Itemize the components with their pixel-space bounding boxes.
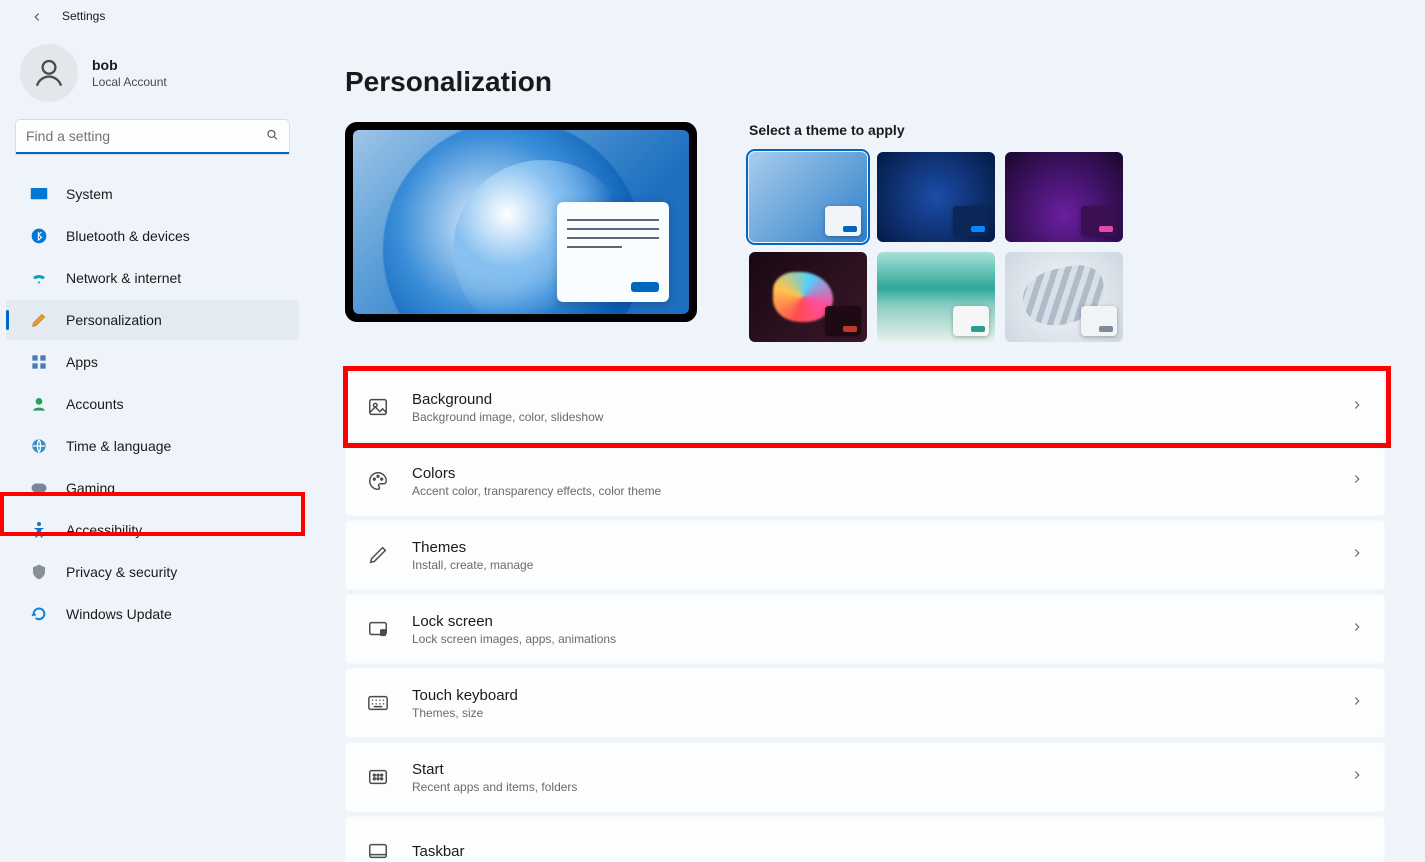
main-content: Personalization Select a theme to apply [305, 32, 1425, 862]
avatar [20, 44, 78, 102]
nav-label: Personalization [66, 312, 162, 328]
pen-icon [366, 544, 390, 566]
profile-name: bob [92, 57, 167, 73]
update-icon [30, 605, 48, 623]
nav-label: Windows Update [66, 606, 172, 622]
item-desc: Themes, size [412, 706, 518, 720]
item-background[interactable]: Background Background image, color, slide… [345, 372, 1385, 442]
item-start[interactable]: Start Recent apps and items, folders [345, 742, 1385, 812]
chevron-right-icon [1350, 472, 1364, 491]
nav-label: Network & internet [66, 270, 181, 286]
theme-option-5[interactable] [877, 252, 995, 342]
person-icon [30, 395, 48, 413]
nav-accessibility[interactable]: Accessibility [6, 510, 299, 550]
item-title: Touch keyboard [412, 687, 518, 704]
nav-apps[interactable]: Apps [6, 342, 299, 382]
theme-grid [749, 152, 1123, 342]
nav-accounts[interactable]: Accounts [6, 384, 299, 424]
wifi-icon [30, 269, 48, 287]
keyboard-icon [366, 694, 390, 712]
item-desc: Recent apps and items, folders [412, 780, 577, 794]
chevron-right-icon [1350, 620, 1364, 639]
titlebar: Settings [0, 0, 1425, 32]
item-themes[interactable]: Themes Install, create, manage [345, 520, 1385, 590]
nav-gaming[interactable]: Gaming [6, 468, 299, 508]
page-title: Personalization [345, 66, 1385, 98]
app-title: Settings [62, 9, 105, 23]
palette-icon [366, 470, 390, 492]
theme-option-2[interactable] [877, 152, 995, 242]
nav-network[interactable]: Network & internet [6, 258, 299, 298]
item-desc: Accent color, transparency effects, colo… [412, 484, 661, 498]
item-lockscreen[interactable]: Lock screen Lock screen images, apps, ani… [345, 594, 1385, 664]
sidebar: bob Local Account System Bluetooth & dev… [0, 32, 305, 862]
lockscreen-icon [366, 618, 390, 640]
chevron-right-icon [1350, 546, 1364, 565]
nav-system[interactable]: System [6, 174, 299, 214]
nav-label: Privacy & security [66, 564, 177, 580]
nav-label: Apps [66, 354, 98, 370]
nav-label: Accounts [66, 396, 124, 412]
gamepad-icon [30, 479, 48, 497]
item-title: Themes [412, 539, 533, 556]
nav-time[interactable]: Time & language [6, 426, 299, 466]
chevron-right-icon [1350, 398, 1364, 417]
display-icon [30, 185, 48, 203]
nav-bluetooth[interactable]: Bluetooth & devices [6, 216, 299, 256]
theme-option-3[interactable] [1005, 152, 1123, 242]
nav-label: Accessibility [66, 522, 142, 538]
chevron-right-icon [1350, 694, 1364, 713]
apps-icon [30, 353, 48, 371]
accessibility-icon [30, 521, 48, 539]
nav-label: Bluetooth & devices [66, 228, 190, 244]
brush-icon [30, 311, 48, 329]
taskbar-icon [366, 842, 390, 860]
nav-label: Gaming [66, 480, 115, 496]
item-title: Taskbar [412, 843, 465, 860]
theme-option-6[interactable] [1005, 252, 1123, 342]
image-icon [366, 396, 390, 418]
settings-list: Background Background image, color, slide… [345, 372, 1385, 856]
start-icon [366, 768, 390, 786]
item-title: Start [412, 761, 577, 778]
item-title: Background [412, 391, 603, 408]
item-desc: Lock screen images, apps, animations [412, 632, 616, 646]
back-icon[interactable] [30, 10, 42, 22]
chevron-right-icon [1350, 768, 1364, 787]
item-desc: Install, create, manage [412, 558, 533, 572]
desktop-preview[interactable] [345, 122, 697, 322]
item-colors[interactable]: Colors Accent color, transparency effects… [345, 446, 1385, 516]
nav-label: Time & language [66, 438, 171, 454]
nav-list: System Bluetooth & devices Network & int… [0, 174, 305, 634]
theme-section-label: Select a theme to apply [749, 122, 1123, 138]
item-taskbar[interactable]: Taskbar [345, 816, 1385, 862]
search-icon [265, 128, 279, 147]
bluetooth-icon [30, 227, 48, 245]
search-input[interactable] [16, 120, 289, 154]
item-touch-keyboard[interactable]: Touch keyboard Themes, size [345, 668, 1385, 738]
theme-option-4[interactable] [749, 252, 867, 342]
nav-personalization[interactable]: Personalization [6, 300, 299, 340]
shield-icon [30, 563, 48, 581]
nav-update[interactable]: Windows Update [6, 594, 299, 634]
item-desc: Background image, color, slideshow [412, 410, 603, 424]
profile-sub: Local Account [92, 75, 167, 89]
profile-block[interactable]: bob Local Account [0, 44, 305, 120]
nav-privacy[interactable]: Privacy & security [6, 552, 299, 592]
nav-label: System [66, 186, 113, 202]
item-title: Colors [412, 465, 661, 482]
theme-option-1[interactable] [749, 152, 867, 242]
item-title: Lock screen [412, 613, 616, 630]
globe-icon [30, 437, 48, 455]
search-box[interactable] [16, 120, 289, 154]
preview-window [557, 202, 669, 302]
